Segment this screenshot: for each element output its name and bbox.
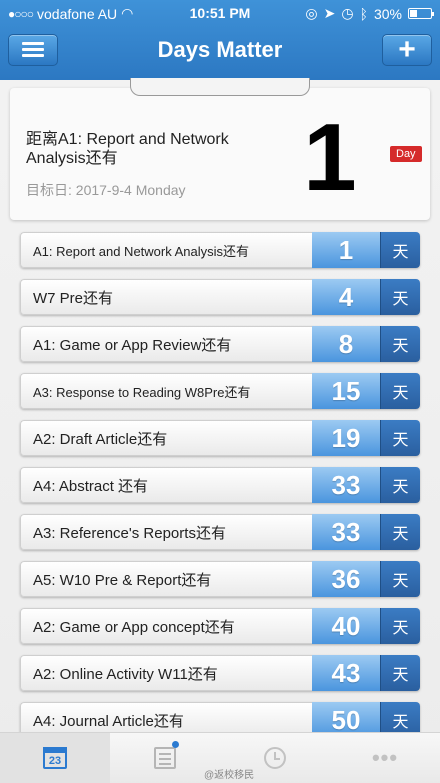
event-label: A1: Report and Network Analysis还有 <box>20 232 312 268</box>
event-row[interactable]: A3: Reference's Reports还有 33 天 <box>20 514 420 550</box>
event-label: A3: Response to Reading W8Pre还有 <box>20 373 312 409</box>
event-row[interactable]: A1: Report and Network Analysis还有 1 天 <box>20 232 420 268</box>
event-days-unit: 天 <box>380 608 420 644</box>
event-label: A5: W10 Pre & Report还有 <box>20 561 312 597</box>
page-title: Days Matter <box>157 37 283 62</box>
calendar-icon: 23 <box>43 747 67 769</box>
event-days-count: 19 <box>312 420 380 456</box>
alarm-icon: ◷ <box>341 5 354 21</box>
event-days-count: 33 <box>312 514 380 550</box>
event-row[interactable]: A2: Game or App concept还有 40 天 <box>20 608 420 644</box>
lock-rotation-icon: ◎ <box>305 5 318 21</box>
status-bar: ●○○○ vodafone AU ◠ 10:51 PM ◎ ➤ ◷ ᛒ 30% <box>0 0 440 26</box>
event-label: A3: Reference's Reports还有 <box>20 514 312 550</box>
event-row[interactable]: A1: Game or App Review还有 8 天 <box>20 326 420 362</box>
list-icon <box>154 747 176 769</box>
location-icon: ➤ <box>323 5 336 21</box>
event-row[interactable]: A5: W10 Pre & Report还有 36 天 <box>20 561 420 597</box>
event-label: A4: Abstract 还有 <box>20 467 312 503</box>
event-days-unit: 天 <box>380 467 420 503</box>
calendar-day-number: 23 <box>48 755 62 767</box>
featured-event-title: 距离A1: Report and Network Analysis还有 <box>26 131 229 167</box>
event-days-count: 33 <box>312 467 380 503</box>
bluetooth-icon: ᛒ <box>359 5 368 22</box>
event-label: A2: Draft Article还有 <box>20 420 312 456</box>
event-days-unit: 天 <box>380 514 420 550</box>
event-days-count: 15 <box>312 373 380 409</box>
event-label: W7 Pre还有 <box>20 279 312 315</box>
event-row[interactable]: A2: Online Activity W11还有 43 天 <box>20 655 420 691</box>
battery-percent: 30% <box>373 5 402 22</box>
event-days-count: 43 <box>312 655 380 691</box>
event-days-count: 8 <box>312 326 380 362</box>
event-days-unit: 天 <box>380 420 420 456</box>
event-days-unit: 天 <box>380 232 420 268</box>
event-label: A1: Game or App Review还有 <box>20 326 312 362</box>
event-days-count: 1 <box>312 232 380 268</box>
app-screen: ●○○○ vodafone AU ◠ 10:51 PM ◎ ➤ ◷ ᛒ 30% … <box>0 0 440 783</box>
add-event-button[interactable]: + <box>382 34 432 66</box>
event-days-unit: 天 <box>380 655 420 691</box>
featured-event-card[interactable]: 距离A1: Report and Network Analysis还有 目标日:… <box>10 88 430 220</box>
event-row[interactable]: A2: Draft Article还有 19 天 <box>20 420 420 456</box>
featured-event-date: 目标日: 2017-9-4 Monday <box>26 182 186 198</box>
more-icon: ••• <box>371 745 399 770</box>
event-days-count: 40 <box>312 608 380 644</box>
notification-dot <box>172 741 179 748</box>
event-days-count: 36 <box>312 561 380 597</box>
event-days-unit: 天 <box>380 561 420 597</box>
event-row[interactable]: A3: Response to Reading W8Pre还有 15 天 <box>20 373 420 409</box>
featured-days-count: 1 <box>303 104 357 211</box>
watermark-text: @返校移民 <box>204 770 255 781</box>
featured-days-unit-badge: Day <box>390 146 422 162</box>
tab-more[interactable]: ••• <box>330 733 440 783</box>
tab-calendar[interactable]: 23 <box>0 733 110 783</box>
plus-icon: + <box>398 33 416 66</box>
event-days-unit: 天 <box>380 279 420 315</box>
event-label: A2: Online Activity W11还有 <box>20 655 312 691</box>
top-bar: ●○○○ vodafone AU ◠ 10:51 PM ◎ ➤ ◷ ᛒ 30% … <box>0 0 440 80</box>
battery-icon <box>408 8 434 19</box>
event-days-unit: 天 <box>380 373 420 409</box>
event-row[interactable]: A4: Abstract 还有 33 天 <box>20 467 420 503</box>
event-label: A2: Game or App concept还有 <box>20 608 312 644</box>
pull-down-handle[interactable] <box>130 78 310 96</box>
event-row[interactable]: W7 Pre还有 4 天 <box>20 279 420 315</box>
event-days-unit: 天 <box>380 326 420 362</box>
status-right: ◎ ➤ ◷ ᛒ 30% <box>305 5 434 22</box>
event-days-count: 4 <box>312 279 380 315</box>
clock-icon <box>264 747 286 769</box>
